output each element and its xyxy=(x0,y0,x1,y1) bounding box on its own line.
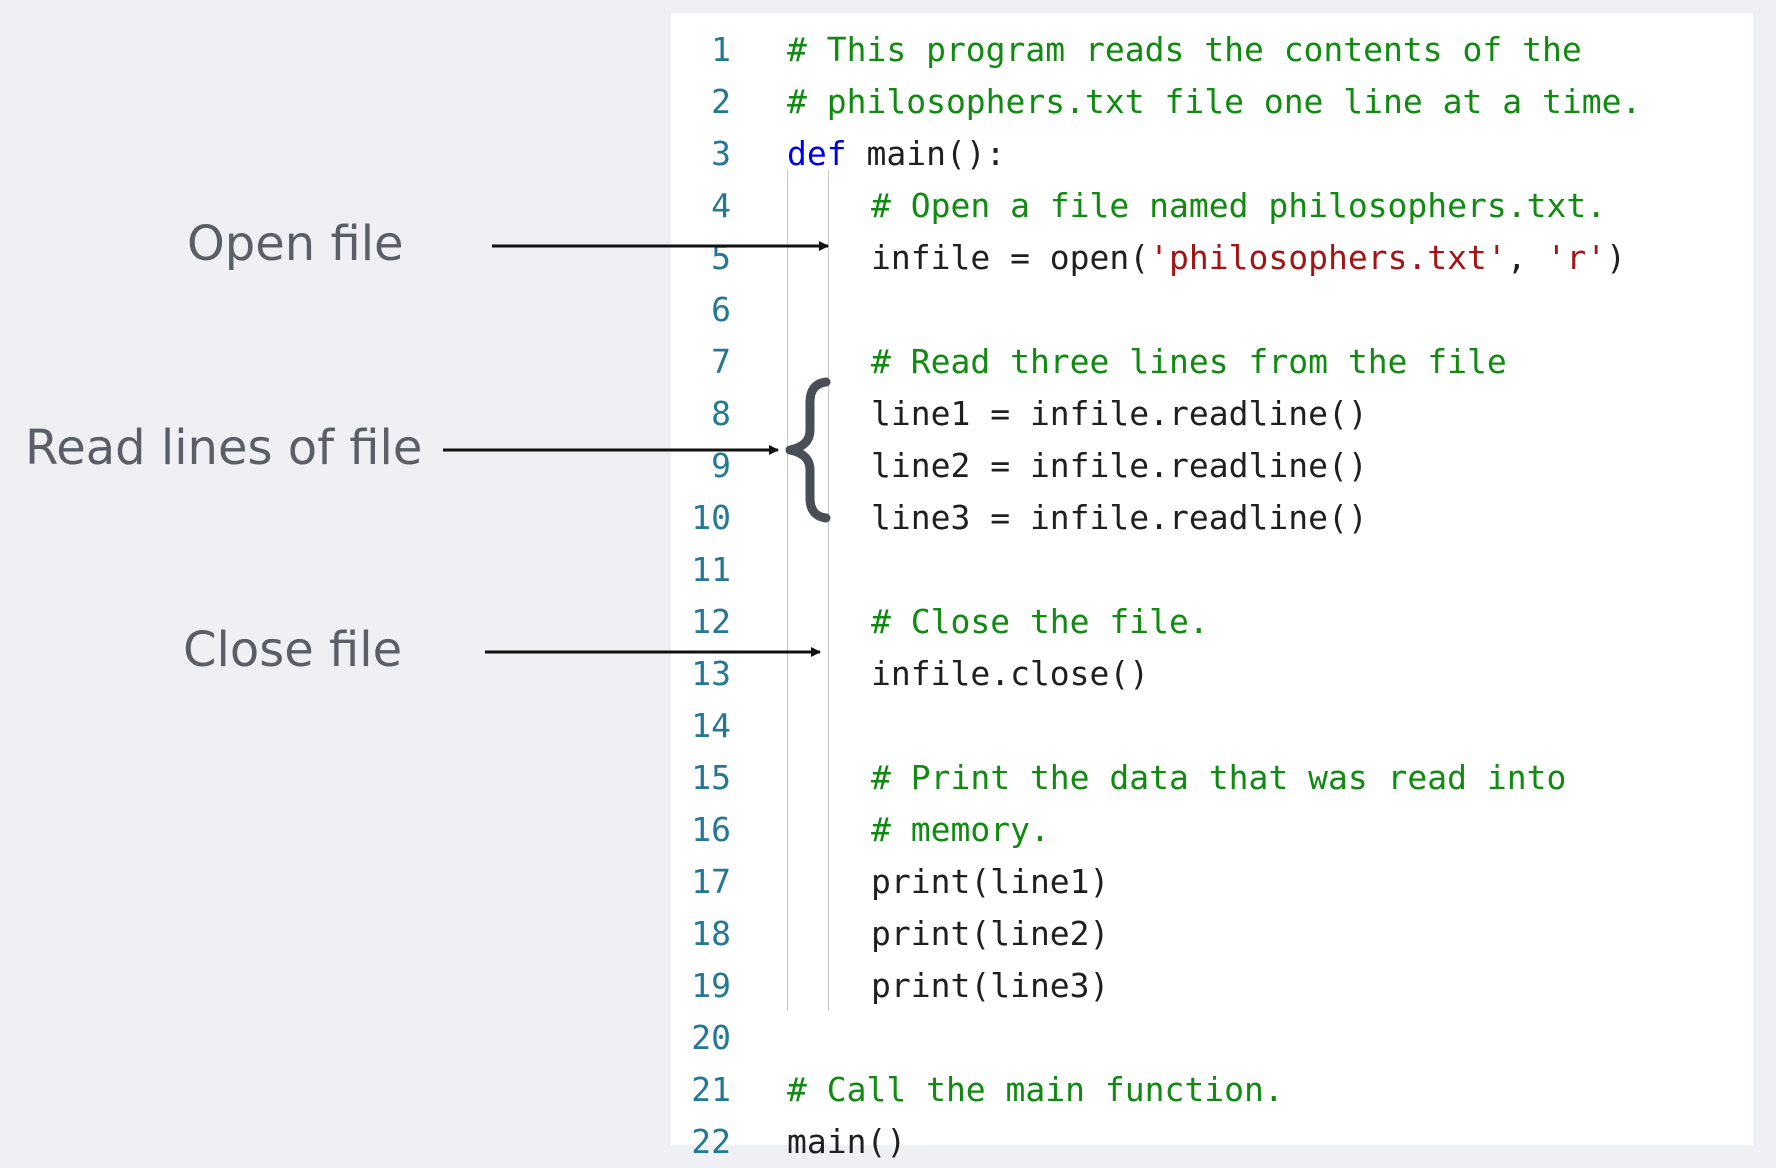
annotation-arrows xyxy=(443,241,831,657)
read-lines-brace xyxy=(785,377,831,523)
